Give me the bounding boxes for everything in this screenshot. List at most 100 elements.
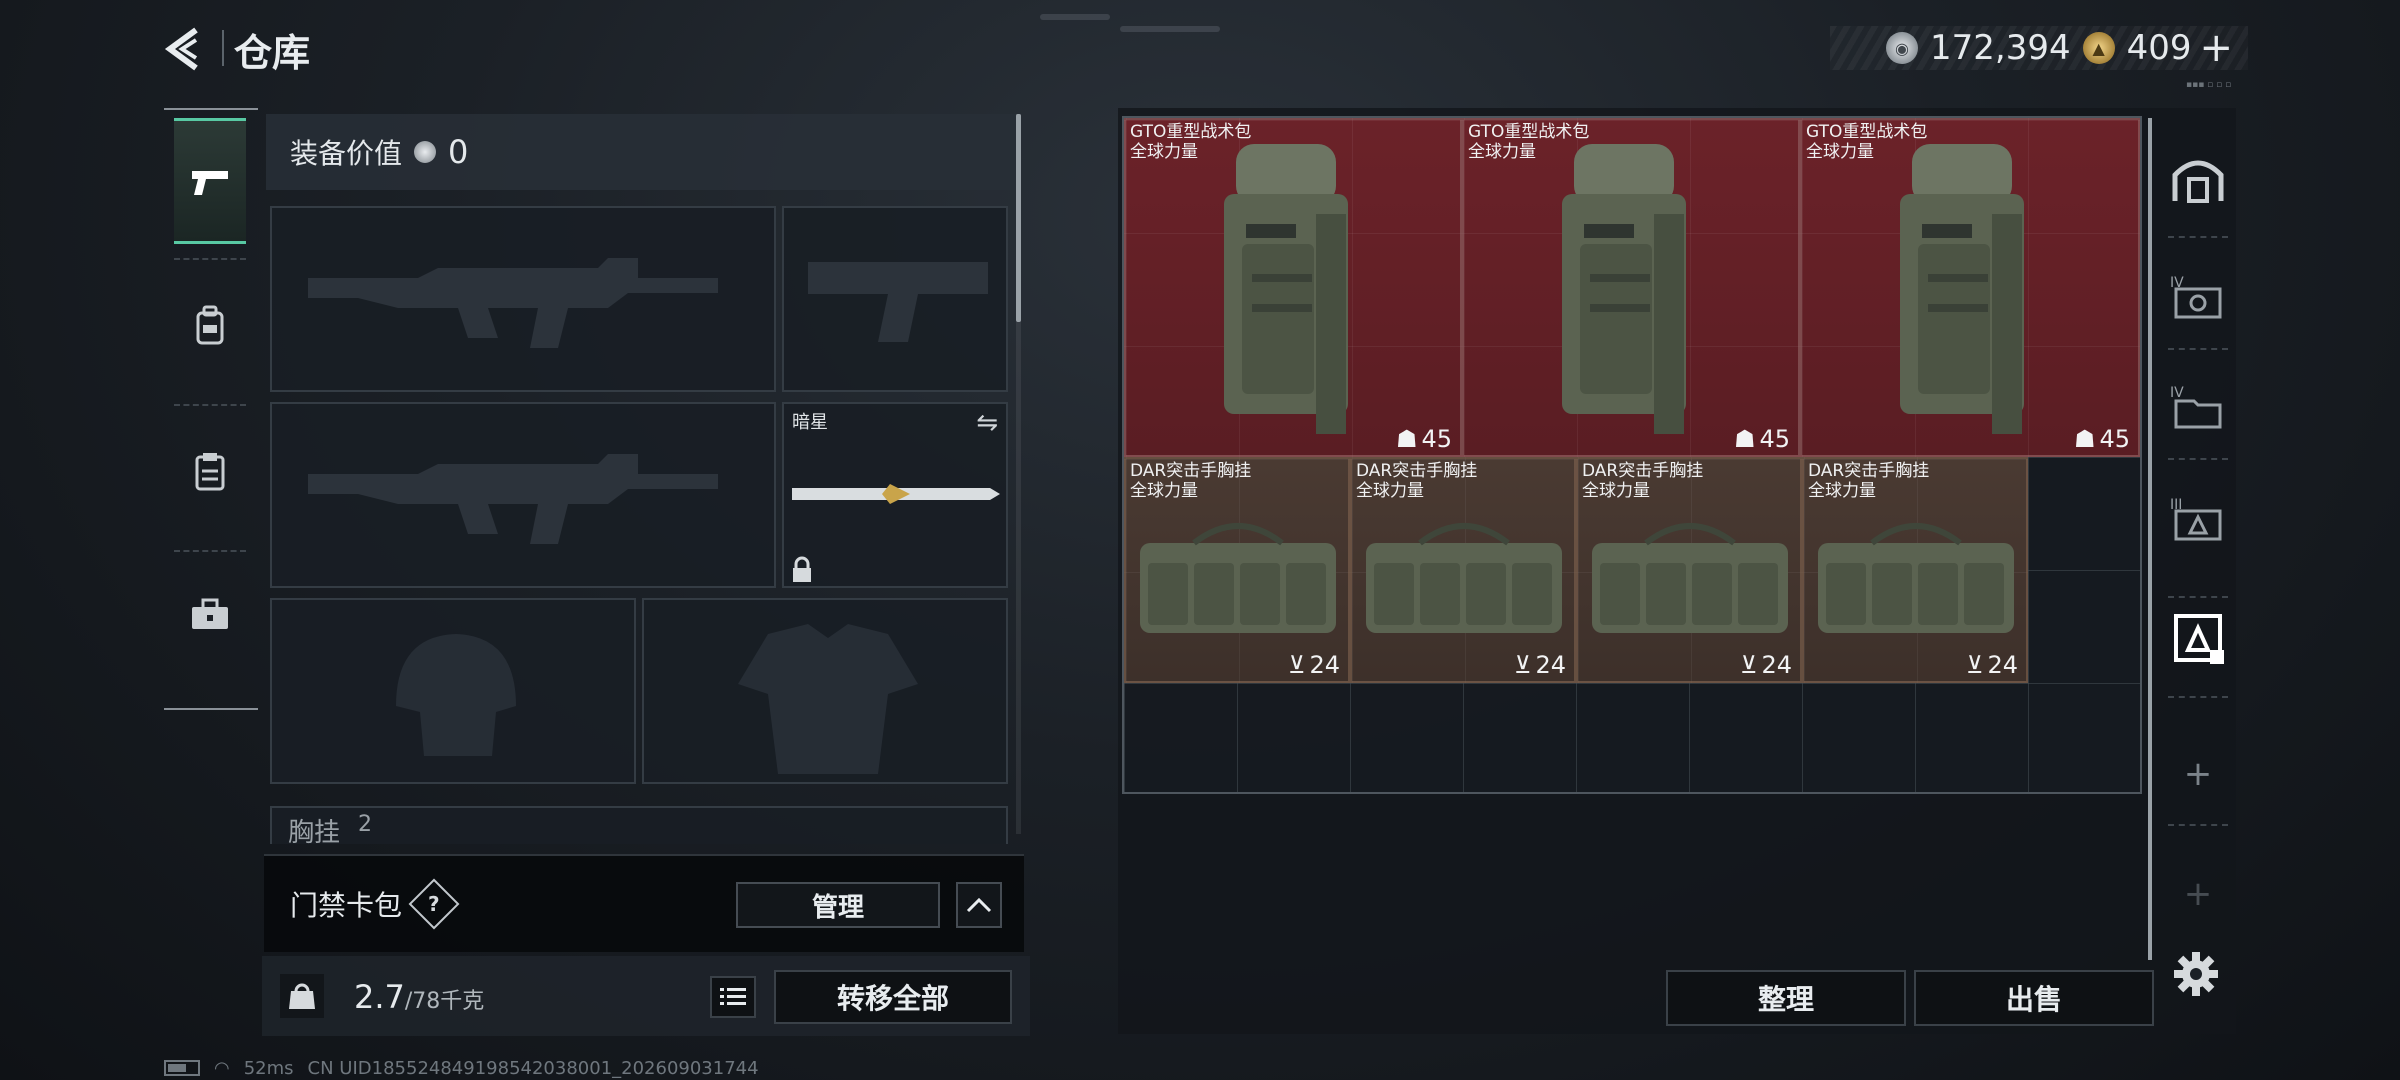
capacity-value: 24 [1987, 651, 2018, 679]
category-gear[interactable] [174, 262, 246, 388]
item-subtitle: 全球力量 [1130, 481, 1198, 501]
weight-icon [280, 974, 324, 1018]
weight-readout: 2.7/78千克 [354, 978, 484, 1016]
category-rail [164, 108, 258, 714]
category-weapons[interactable] [174, 118, 246, 244]
rail-top-line [164, 108, 258, 110]
pistol-icon [192, 171, 228, 195]
armor-silhouette-icon [738, 624, 918, 774]
loadout-panel: 装备价值 0 暗星 ⇋ 胸挂 2 [262, 110, 1026, 844]
storage-scrollbar[interactable] [2148, 118, 2152, 960]
weight-bar: 2.7/78千克 转移全部 [262, 956, 1030, 1036]
stash-item[interactable]: DAR突击手胸挂 全球力量 ⊻ 24 [1576, 457, 1802, 683]
item-subtitle: 全球力量 [1130, 142, 1198, 162]
rail-divider [174, 404, 246, 406]
chest-slot-count: 2 [358, 812, 372, 837]
add-storage-button[interactable]: + [2168, 744, 2228, 804]
clipboard-icon [195, 453, 225, 491]
capacity-icon: ☗ [1733, 425, 1756, 453]
value-coin-icon [414, 141, 437, 163]
add-currency-button[interactable]: + [2200, 25, 2234, 71]
stash-item[interactable]: GTO重型战术包 全球力量 ☗ 45 [1124, 118, 1462, 457]
capacity-value: 45 [1421, 425, 1452, 453]
stash-item[interactable]: DAR突击手胸挂 全球力量 ⊻ 24 [1124, 457, 1350, 683]
category-consumables[interactable] [174, 408, 246, 534]
item-name: DAR突击手胸挂 [1356, 461, 1478, 481]
storage-tab-2[interactable]: IV [2168, 378, 2228, 438]
melee-slot[interactable]: 暗星 ⇋ [782, 402, 1008, 588]
capacity-icon: ☗ [2073, 425, 2096, 453]
sidearm-slot[interactable] [782, 206, 1008, 392]
stash-item[interactable]: GTO重型战术包 全球力量 ☗ 45 [1800, 118, 2140, 457]
sort-button[interactable]: 整理 [1666, 970, 1906, 1026]
stash-grid[interactable]: GTO重型战术包 全球力量 ☗ 45 GTO重型战术包 全球力量 ☗ 45 GTO重… [1122, 116, 2142, 794]
chest-rig-art-icon [1592, 523, 1788, 633]
item-subtitle: 全球力量 [1582, 481, 1650, 501]
storage-tab-1[interactable]: IV [2168, 268, 2228, 328]
backpack-art-icon [1224, 144, 1348, 434]
capacity-icon: ⊻ [1513, 651, 1532, 679]
item-subtitle: 全球力量 [1468, 142, 1536, 162]
item-subtitle: 全球力量 [1356, 481, 1424, 501]
swap-icon[interactable]: ⇋ [976, 408, 998, 438]
storage-tab-safe[interactable] [2168, 150, 2228, 210]
capacity-icon: ⊻ [1739, 651, 1758, 679]
keycard-case-bar: 门禁卡包 ? 管理 [264, 854, 1024, 952]
storage-selected-icon [2174, 614, 2224, 664]
capacity-badge: ⊻ 24 [1288, 651, 1340, 679]
rail-divider [2168, 596, 2228, 598]
chevron-up-icon [966, 897, 992, 913]
stash-item[interactable]: DAR突击手胸挂 全球力量 ⊻ 24 [1350, 457, 1576, 683]
back-arrow-icon[interactable] [160, 24, 210, 74]
storage-tab-rail: IV IV III + + [2160, 108, 2236, 1034]
helmet-silhouette-icon [396, 634, 516, 756]
rail-divider [2168, 458, 2228, 460]
battery-icon [164, 1060, 200, 1076]
helmet-slot[interactable] [270, 598, 636, 784]
transfer-all-button[interactable]: 转移全部 [774, 970, 1012, 1024]
capacity-icon: ⊻ [1965, 651, 1984, 679]
wifi-icon: ◠ [214, 1057, 230, 1079]
secondary-weapon-slot[interactable] [270, 402, 776, 588]
currency-bar: ◉ 172,394 ▲ 409 + [1830, 25, 2248, 71]
capacity-value: 24 [1309, 651, 1340, 679]
gold-value: 409 [2126, 28, 2192, 68]
equipment-value: 0 [448, 133, 469, 171]
storage-folder-iv-icon: IV [2170, 385, 2222, 429]
item-name: DAR突击手胸挂 [1808, 461, 1930, 481]
stash-item[interactable]: DAR突击手胸挂 全球力量 ⊻ 24 [1802, 457, 2028, 683]
chest-rig-art-icon [1140, 523, 1336, 633]
chest-rig-slot-header[interactable]: 胸挂 2 [270, 806, 1008, 844]
add-storage-button-disabled[interactable]: + [2168, 864, 2228, 924]
backpack-art-icon [1562, 144, 1686, 434]
rifle-silhouette-icon [308, 454, 718, 544]
weight-max: /78千克 [404, 989, 485, 1014]
loadout-scrollbar-thumb[interactable] [1016, 114, 1021, 322]
manage-button[interactable]: 管理 [736, 882, 940, 928]
rail-divider [2168, 696, 2228, 698]
storage-tab-4-selected[interactable] [2168, 608, 2228, 668]
stash-item[interactable]: GTO重型战术包 全球力量 ☗ 45 [1462, 118, 1800, 457]
list-icon [720, 988, 746, 1005]
primary-weapon-slot[interactable] [270, 206, 776, 392]
capacity-icon: ⊻ [1287, 651, 1306, 679]
rail-divider [2168, 824, 2228, 826]
storage-tab-3[interactable]: III [2168, 490, 2228, 550]
storage-tier-iii-icon: III [2170, 497, 2222, 541]
list-view-button[interactable] [710, 976, 756, 1018]
gold-coin-icon: ▲ [2082, 32, 2115, 64]
storage-tier-iv-icon: IV [2170, 275, 2222, 319]
ping-text: 52ms [243, 1057, 294, 1079]
weight-current: 2.7 [354, 978, 405, 1016]
rail-divider [2168, 348, 2228, 350]
chest-slot-label: 胸挂 [288, 818, 341, 844]
armor-slot[interactable] [642, 598, 1008, 784]
help-icon[interactable]: ? [408, 878, 460, 930]
collapse-button[interactable] [956, 882, 1002, 928]
version-indicator: ▪▪▪ ▫ ▫ ▫ [2186, 80, 2232, 90]
gear-icon[interactable] [2172, 950, 2220, 998]
sell-button[interactable]: 出售 [1914, 970, 2154, 1026]
capacity-badge: ⊻ 24 [1514, 651, 1566, 679]
lock-icon [793, 556, 811, 582]
category-tools[interactable] [174, 552, 246, 678]
